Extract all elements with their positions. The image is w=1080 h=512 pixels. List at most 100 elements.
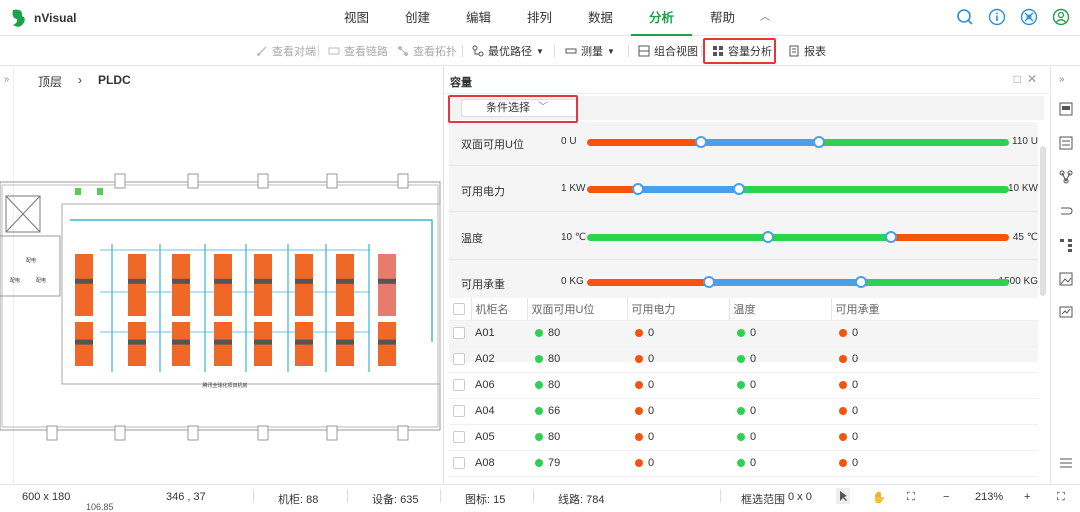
- analysis-toolbar: 查看对端 查看链路 查看拓扑 最优路径 ▼ 测量 ▼ 组合视图 容量分析 报表: [0, 36, 1080, 66]
- rack-device: [214, 339, 232, 345]
- status-dot: [737, 459, 745, 467]
- menu-create[interactable]: 创建: [387, 0, 448, 36]
- weight-value: 0: [852, 379, 859, 391]
- menu-view[interactable]: 视图: [326, 0, 387, 36]
- zoom-in-icon[interactable]: +: [1024, 491, 1030, 503]
- rack[interactable]: [378, 254, 396, 316]
- combined-view-icon: [638, 45, 650, 57]
- row-checkbox[interactable]: [453, 457, 465, 470]
- power-value: 0: [648, 405, 655, 417]
- rack-device: [378, 278, 396, 284]
- tree-icon[interactable]: [1059, 238, 1073, 252]
- image-icon[interactable]: [1059, 272, 1073, 286]
- slider-handle-high[interactable]: [732, 183, 745, 195]
- menu-arrange[interactable]: 排列: [509, 0, 570, 36]
- search-icon[interactable]: [956, 8, 974, 26]
- rack[interactable]: [254, 254, 272, 316]
- combined-view-button[interactable]: 组合视图: [638, 36, 698, 66]
- zoom-out-icon[interactable]: −: [943, 491, 949, 503]
- route-icon[interactable]: [1059, 204, 1073, 218]
- user-icon[interactable]: [1052, 8, 1070, 26]
- floor-plan-canvas[interactable]: 腾讯全球化项目机房 配电 配电 配电: [0, 172, 442, 442]
- menu-icon[interactable]: [1059, 456, 1073, 470]
- link-icon: [256, 45, 268, 57]
- slider-min: 0 U: [561, 136, 577, 147]
- info-icon[interactable]: [988, 8, 1006, 26]
- view-link-button[interactable]: 查看链路: [328, 36, 388, 66]
- weight-value: 0: [852, 353, 859, 365]
- slider-label: 温度: [461, 233, 483, 245]
- rack[interactable]: [128, 254, 146, 316]
- panel-scrollbar[interactable]: [1040, 146, 1046, 296]
- row-checkbox[interactable]: [453, 431, 465, 444]
- rack[interactable]: [295, 254, 313, 316]
- menu-data[interactable]: 数据: [570, 0, 631, 36]
- row-checkbox[interactable]: [453, 379, 465, 392]
- slider-handle-low[interactable]: [762, 231, 775, 243]
- fit-view-icon[interactable]: ⛶: [907, 491, 915, 504]
- status-dot: [839, 459, 847, 467]
- capacity-panel: 容量 □✕ 条件选择 ﹀ 双面可用U位 0 U 110 U 可用电力 1 KW …: [443, 66, 1051, 484]
- status-dot: [635, 355, 643, 363]
- slider-handle-high[interactable]: [884, 231, 897, 243]
- measure-dropdown[interactable]: 测量 ▼: [565, 36, 615, 66]
- report-button[interactable]: 报表: [788, 36, 826, 66]
- topology-icon[interactable]: [1059, 170, 1073, 184]
- monitor-icon[interactable]: [1059, 102, 1073, 116]
- table-row[interactable]: A08 79 0 0 0: [449, 450, 1038, 477]
- slider-segment-right: [738, 186, 1009, 193]
- fullscreen-icon[interactable]: ⛶: [1057, 491, 1065, 504]
- chart-monitor-icon[interactable]: [1059, 306, 1073, 320]
- collapse-menu-icon[interactable]: ︿: [753, 0, 777, 36]
- power-value: 0: [648, 431, 655, 443]
- temp-value: 0: [750, 431, 757, 443]
- row-checkbox[interactable]: [453, 353, 465, 366]
- table-row[interactable]: A04 66 0 0 0: [449, 398, 1038, 425]
- view-peer-button[interactable]: 查看对端: [256, 36, 316, 66]
- slider-min: 10 ℃: [561, 232, 587, 243]
- network-icon[interactable]: [1020, 8, 1038, 26]
- slider-handle-high[interactable]: [855, 276, 868, 288]
- expand-icon[interactable]: »: [1059, 74, 1073, 88]
- col-header-weight: 可用承重: [831, 298, 1038, 321]
- view-topology-button[interactable]: 查看拓扑: [397, 36, 457, 66]
- row-checkbox[interactable]: [453, 405, 465, 418]
- slider-segment-right: [890, 234, 1009, 241]
- rack[interactable]: [336, 254, 354, 316]
- status-dot: [535, 407, 543, 415]
- breadcrumb-root[interactable]: 顶层: [38, 73, 62, 90]
- select-all-checkbox[interactable]: [453, 302, 465, 315]
- pan-tool-icon[interactable]: ✋: [872, 491, 886, 504]
- u-value: 80: [548, 379, 561, 391]
- maximize-icon[interactable]: □: [1014, 72, 1027, 86]
- rack[interactable]: [214, 254, 232, 316]
- rack-device: [336, 339, 354, 345]
- menu-help[interactable]: 帮助: [692, 0, 753, 36]
- rack[interactable]: [75, 254, 93, 316]
- slider-label: 可用电力: [461, 186, 505, 198]
- nvisual-logo-icon: [12, 9, 25, 27]
- status-dot: [839, 329, 847, 337]
- close-icon[interactable]: ✕: [1027, 72, 1043, 86]
- status-dot: [737, 433, 745, 441]
- slider-handle-low[interactable]: [703, 276, 716, 288]
- table-row[interactable]: A06 80 0 0 0: [449, 372, 1038, 399]
- slider-handle-low[interactable]: [631, 183, 644, 195]
- shortest-path-dropdown[interactable]: 最优路径 ▼: [472, 36, 544, 66]
- table-row[interactable]: A02 80 0 0 0: [449, 346, 1038, 373]
- rack[interactable]: [172, 254, 190, 316]
- menu-edit[interactable]: 编辑: [448, 0, 509, 36]
- status-dot: [839, 381, 847, 389]
- slider-handle-low[interactable]: [694, 136, 707, 148]
- table-row[interactable]: A05 80 0 0 0: [449, 424, 1038, 451]
- menu-analysis[interactable]: 分析: [631, 0, 692, 36]
- table-row[interactable]: A01 80 0 0 0: [449, 320, 1038, 347]
- row-checkbox[interactable]: [453, 327, 465, 340]
- pointer-tool-icon[interactable]: [836, 488, 850, 507]
- slider-handle-high[interactable]: [813, 136, 826, 148]
- list-icon[interactable]: [1059, 136, 1073, 150]
- slider-segment-mid: [700, 139, 820, 146]
- temp-value: 0: [750, 379, 757, 391]
- chain-icon: [328, 45, 340, 57]
- cursor-coords: 346 , 37: [166, 491, 206, 503]
